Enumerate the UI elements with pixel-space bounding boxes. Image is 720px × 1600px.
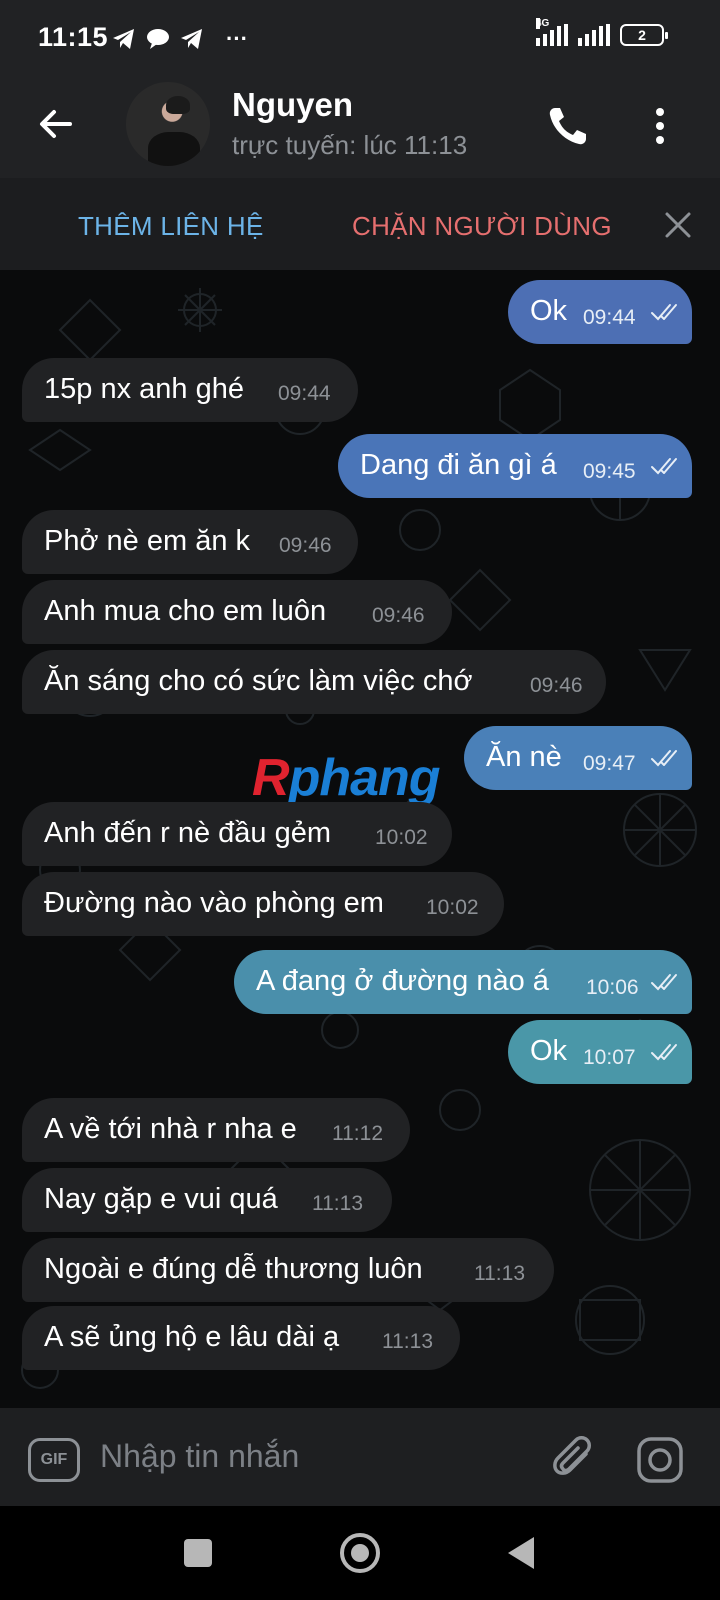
message-text: Nay gặp e vui quá <box>44 1183 278 1215</box>
telegram-icon <box>113 29 134 49</box>
message-text: Dang đi ăn gì á <box>360 449 557 481</box>
notification-icons: ··· <box>112 26 248 52</box>
contact-name[interactable]: Nguyen <box>232 86 353 124</box>
message-text: Anh đến r nè đầu gẻm <box>44 817 331 849</box>
outgoing-message[interactable]: A đang ở đường nào á 10:06 <box>234 950 692 1014</box>
close-icon[interactable] <box>664 211 692 239</box>
message-text: A đang ở đường nào á <box>256 965 549 997</box>
battery-icon: 2 <box>620 24 668 46</box>
battery-level: 2 <box>638 27 646 43</box>
back-arrow-icon[interactable] <box>36 104 76 144</box>
incoming-message[interactable]: Phở nè em ăn k 09:46 <box>22 510 358 574</box>
new-contact-actions: THÊM LIÊN HỆ CHẶN NGƯỜI DÙNG <box>0 178 720 270</box>
signal-icon <box>578 24 610 46</box>
message-text: Đường nào vào phòng em <box>44 887 384 919</box>
outgoing-message[interactable]: Ăn nè 09:47 <box>464 726 692 790</box>
incoming-message[interactable]: Nay gặp e vui quá 11:13 <box>22 1168 392 1232</box>
message-time: 09:46 <box>530 674 583 697</box>
watermark-logo: Rphang <box>252 749 441 807</box>
message-composer: GIF Nhập tin nhắn <box>0 1408 720 1506</box>
incoming-message[interactable]: Anh đến r nè đầu gẻm 10:02 <box>22 802 452 866</box>
message-text: Ok <box>530 295 568 327</box>
more-vertical-icon[interactable] <box>648 104 672 148</box>
read-receipt-icon <box>651 1044 677 1061</box>
read-receipt-icon <box>651 974 677 991</box>
incoming-message[interactable]: A sẽ ủng hộ e lâu dài ạ 11:13 <box>22 1306 460 1370</box>
network-type: 4G <box>536 18 550 29</box>
chat-bubble-icon <box>147 29 169 49</box>
outgoing-message[interactable]: Ok 09:44 <box>508 280 692 344</box>
message-text: 15p nx anh ghé <box>44 373 244 405</box>
paperclip-icon[interactable] <box>552 1436 596 1484</box>
telegram-icon <box>181 29 202 49</box>
message-time: 10:06 <box>586 976 639 999</box>
message-time: 11:13 <box>312 1192 363 1215</box>
chat-header: Nguyen trực tuyến: lúc 11:13 <box>0 78 720 178</box>
more-notifications-icon: ··· <box>226 26 248 51</box>
message-time: 11:12 <box>332 1122 383 1145</box>
message-text: Ăn sáng cho có sức làm việc chớ <box>44 665 473 697</box>
message-text: Ok <box>530 1035 568 1067</box>
incoming-message[interactable]: A về tới nhà r nha e 11:12 <box>22 1098 410 1162</box>
message-text: Anh mua cho em luôn <box>44 595 327 627</box>
incoming-message[interactable]: Ăn sáng cho có sức làm việc chớ 09:46 <box>22 650 606 714</box>
message-time: 11:13 <box>382 1330 433 1353</box>
message-text: Phở nè em ăn k <box>44 525 251 557</box>
recent-apps-button[interactable] <box>184 1539 212 1567</box>
read-receipt-icon <box>651 750 677 767</box>
incoming-message[interactable]: 15p nx anh ghé 09:44 <box>22 358 358 422</box>
read-receipt-icon <box>651 458 677 475</box>
add-contact-button[interactable]: THÊM LIÊN HỆ <box>78 211 264 242</box>
message-text: A về tới nhà r nha e <box>44 1113 297 1145</box>
message-time: 09:44 <box>583 306 636 329</box>
message-text: A sẽ ủng hộ e lâu dài ạ <box>44 1321 340 1353</box>
signal-4g-icon: 4G <box>536 18 568 46</box>
message-time: 09:46 <box>279 534 332 557</box>
incoming-message[interactable]: Đường nào vào phòng em 10:02 <box>22 872 504 936</box>
outgoing-message[interactable]: Dang đi ăn gì á 09:45 <box>338 434 692 498</box>
message-time: 11:13 <box>474 1262 525 1285</box>
block-user-button[interactable]: CHẶN NGƯỜI DÙNG <box>352 211 612 242</box>
outgoing-message[interactable]: Ok 10:07 <box>508 1020 692 1084</box>
system-navigation-bar <box>0 1506 720 1600</box>
clock: 11:15 <box>38 22 109 52</box>
message-text: Ngoài e đúng dễ thương luôn <box>44 1253 423 1285</box>
incoming-message[interactable]: Anh mua cho em luôn 09:46 <box>22 580 452 644</box>
message-time: 09:46 <box>372 604 425 627</box>
message-time: 10:02 <box>375 826 428 849</box>
camera-icon[interactable] <box>636 1436 684 1484</box>
message-time: 09:47 <box>583 752 636 775</box>
avatar[interactable] <box>126 82 210 166</box>
message-time: 09:45 <box>583 460 636 483</box>
phone-icon[interactable] <box>546 104 590 148</box>
message-text: Ăn nè <box>486 741 562 773</box>
message-input[interactable]: Nhập tin nhắn <box>100 1438 299 1475</box>
presence-status: trực tuyến: lúc 11:13 <box>232 130 468 160</box>
home-button[interactable] <box>340 1533 380 1573</box>
gif-button[interactable]: GIF <box>28 1438 80 1482</box>
message-time: 09:44 <box>278 382 331 405</box>
message-list[interactable]: Ok 09:44 15p nx anh ghé 09:44 Dang đi ăn… <box>0 270 720 1408</box>
read-receipt-icon <box>651 304 677 321</box>
message-time: 10:07 <box>583 1046 636 1069</box>
incoming-message[interactable]: Ngoài e đúng dễ thương luôn 11:13 <box>22 1238 554 1302</box>
message-time: 10:02 <box>426 896 479 919</box>
back-button[interactable] <box>508 1537 534 1569</box>
status-bar: 11:15 ··· 4G 2 <box>0 0 720 78</box>
